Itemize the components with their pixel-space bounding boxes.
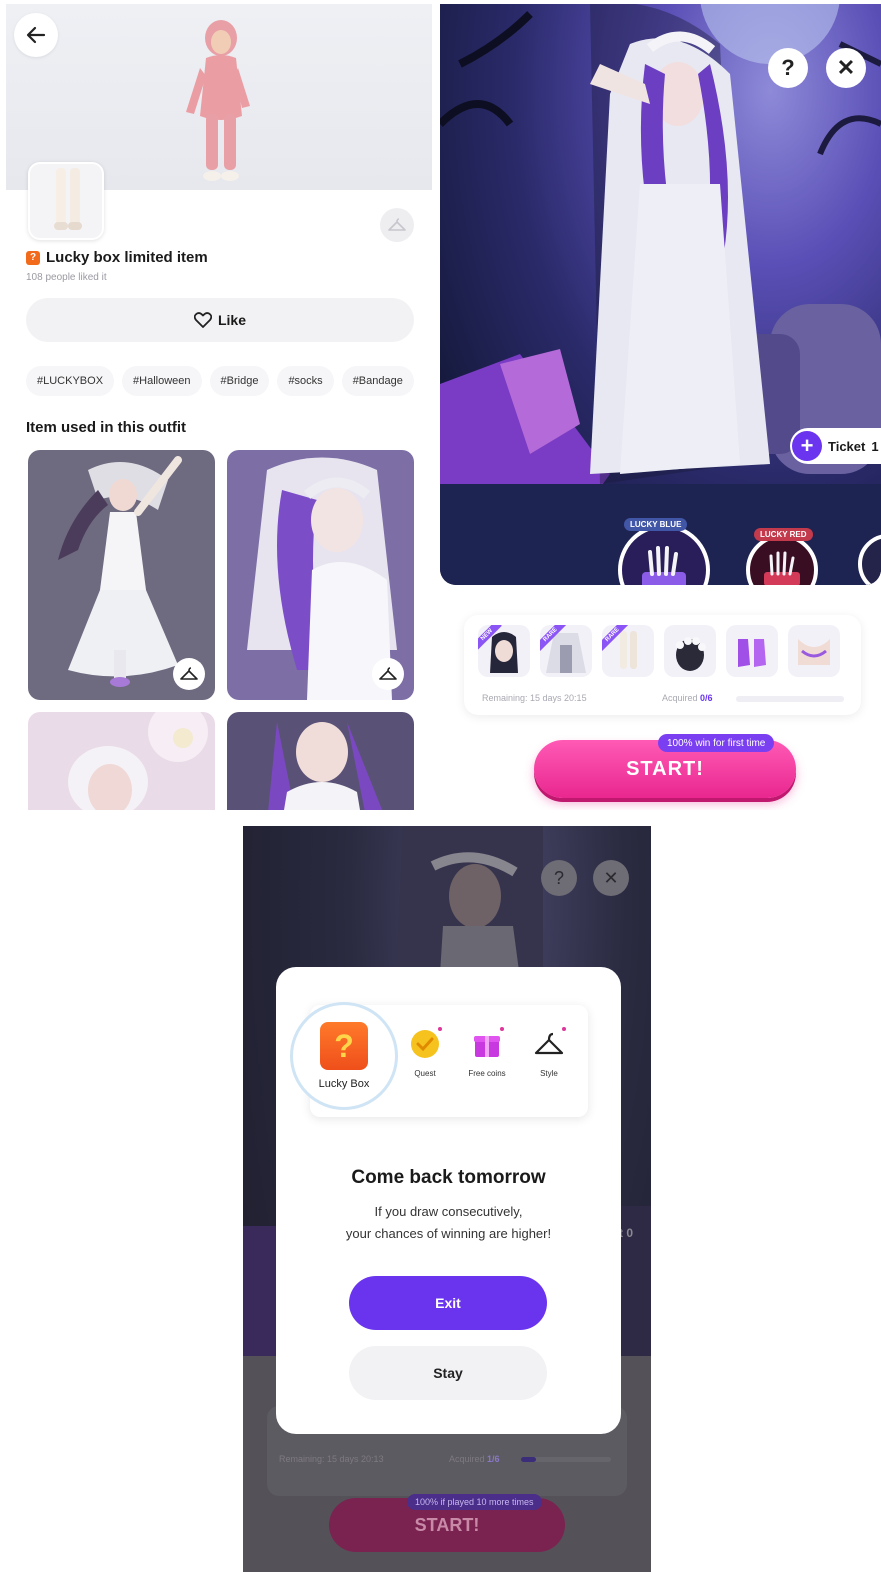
- lucky-box-label: Lucky Box: [318, 1078, 370, 1090]
- draw-scene: ? ✕ LUCKY BLUE LUCKY RED + Ticket 1: [440, 4, 881, 585]
- ticket-count: 1: [871, 438, 879, 454]
- feature-label: Style: [540, 1069, 558, 1078]
- help-button: ?: [541, 860, 577, 896]
- reward-items-panel: NEW RARE RARE Remaining: 15 days 20:15 A…: [464, 615, 861, 715]
- section-title: Item used in this outfit: [26, 419, 186, 436]
- tag-chip[interactable]: #LUCKYBOX: [26, 366, 115, 396]
- tag-chip[interactable]: #Halloween: [122, 366, 202, 396]
- add-ticket-icon[interactable]: +: [792, 431, 822, 461]
- reward-item[interactable]: [664, 625, 716, 677]
- dimmed-remaining-time: Remaining: 15 days 20:13: [279, 1454, 384, 1464]
- tag-chip[interactable]: #Bandage: [341, 366, 414, 396]
- item-title-row: ? Lucky box limited item: [26, 249, 208, 266]
- ticket-counter[interactable]: + Ticket 1: [790, 428, 881, 464]
- ticket-label: Ticket: [828, 438, 866, 454]
- acquired-progress-bar: [736, 696, 844, 702]
- come-back-dialog: Quest Free coins Style ? Lucky Box Come …: [276, 967, 621, 1434]
- try-on-button[interactable]: [372, 658, 404, 690]
- hanger-icon: [180, 667, 198, 680]
- tag-chip[interactable]: #socks: [277, 366, 334, 396]
- outfit-card[interactable]: [227, 450, 414, 700]
- lucky-box-feature[interactable]: ? Lucky Box: [290, 1002, 398, 1110]
- feature-label: Free coins: [468, 1069, 506, 1078]
- flower-crown-item-image: [676, 637, 706, 671]
- back-button[interactable]: [14, 13, 58, 57]
- dimmed-ticket-count: t 0: [619, 1226, 634, 1240]
- skeleton-hand-icon: [764, 551, 800, 585]
- exit-button[interactable]: Exit: [349, 1276, 547, 1330]
- hanger-icon: [532, 1027, 566, 1061]
- feature-label: Quest: [414, 1069, 436, 1078]
- choker-item-image: [798, 639, 830, 665]
- dialog-message-line: If you draw consecutively,: [374, 1204, 523, 1219]
- outfit-card[interactable]: [28, 450, 215, 700]
- dimmed-progress-bar: [521, 1457, 611, 1462]
- tag-list: #LUCKYBOX #Halloween #Bridge #socks #Ban…: [26, 366, 414, 396]
- acquired-value: 0/6: [700, 693, 713, 703]
- dimmed-acquired-value: 1/6: [487, 1454, 500, 1464]
- first-win-badge: 100% win for first time: [658, 734, 775, 752]
- outfit-image: [68, 712, 208, 810]
- acquired-label: Acquired: [662, 693, 698, 703]
- try-on-button[interactable]: [380, 208, 414, 242]
- dimmed-acquired-count: Acquired 1/6: [449, 1454, 500, 1464]
- close-button: ✕: [593, 860, 629, 896]
- feature-style[interactable]: Style: [518, 1027, 580, 1078]
- outfit-card[interactable]: [28, 712, 215, 810]
- gift-icon: [470, 1027, 504, 1061]
- close-button[interactable]: ✕: [826, 48, 866, 88]
- reward-item[interactable]: RARE: [602, 625, 654, 677]
- likes-count: 108 people liked it: [26, 272, 107, 283]
- dialog-message: If you draw consecutively, your chances …: [276, 1201, 621, 1245]
- reward-item[interactable]: RARE: [540, 625, 592, 677]
- progress-fill: [521, 1457, 537, 1462]
- capsule-label: LUCKY RED: [754, 528, 813, 541]
- item-title: Lucky box limited item: [46, 249, 208, 266]
- shoes-item-image: [738, 639, 766, 667]
- avatar-figure: [186, 20, 250, 181]
- tag-chip[interactable]: #Bridge: [209, 366, 270, 396]
- like-button[interactable]: Like: [26, 298, 414, 342]
- remaining-time: Remaining: 15 days 20:15: [482, 693, 587, 703]
- quest-check-icon: [408, 1027, 442, 1061]
- dialog-message-line: your chances of winning are higher!: [345, 1226, 552, 1241]
- help-button[interactable]: ?: [768, 48, 808, 88]
- reward-item[interactable]: [788, 625, 840, 677]
- item-thumbnail[interactable]: [28, 162, 104, 240]
- hanger-icon: [379, 667, 397, 680]
- acquired-count: Acquired 0/6: [662, 693, 713, 703]
- dimmed-start-badge: 100% if played 10 more times: [407, 1494, 542, 1510]
- outfit-card[interactable]: [227, 712, 414, 810]
- item-detail-screen: ? Lucky box limited item 108 people like…: [6, 4, 432, 810]
- lucky-box-badge-icon: ?: [26, 250, 40, 265]
- dimmed-acquired-label: Acquired: [449, 1454, 485, 1464]
- lucky-draw-screen: ? ✕ LUCKY BLUE LUCKY RED + Ticket 1 NEW: [440, 4, 881, 810]
- outfit-image: [268, 722, 383, 810]
- lucky-box-icon: ?: [320, 1022, 368, 1070]
- like-label: Like: [217, 312, 246, 328]
- stay-button[interactable]: Stay: [349, 1346, 547, 1400]
- back-arrow-icon: [26, 26, 46, 44]
- graveyard-background: [440, 4, 881, 585]
- capsule-label: LUCKY BLUE: [624, 518, 688, 531]
- feature-quest[interactable]: Quest: [394, 1027, 456, 1078]
- try-on-button[interactable]: [173, 658, 205, 690]
- skeleton-hand-icon: [642, 546, 686, 585]
- heart-icon: [193, 312, 212, 328]
- come-back-dialog-screen: ? ✕ Remaining: 15 days 20:13 Acquired 1/…: [243, 826, 651, 1572]
- feature-free-coins[interactable]: Free coins: [456, 1027, 518, 1078]
- reward-item[interactable]: NEW: [478, 625, 530, 677]
- socks-image: [54, 168, 82, 230]
- reward-item[interactable]: [726, 625, 778, 677]
- hanger-icon: [388, 218, 406, 231]
- dialog-title: Come back tomorrow: [351, 1167, 546, 1188]
